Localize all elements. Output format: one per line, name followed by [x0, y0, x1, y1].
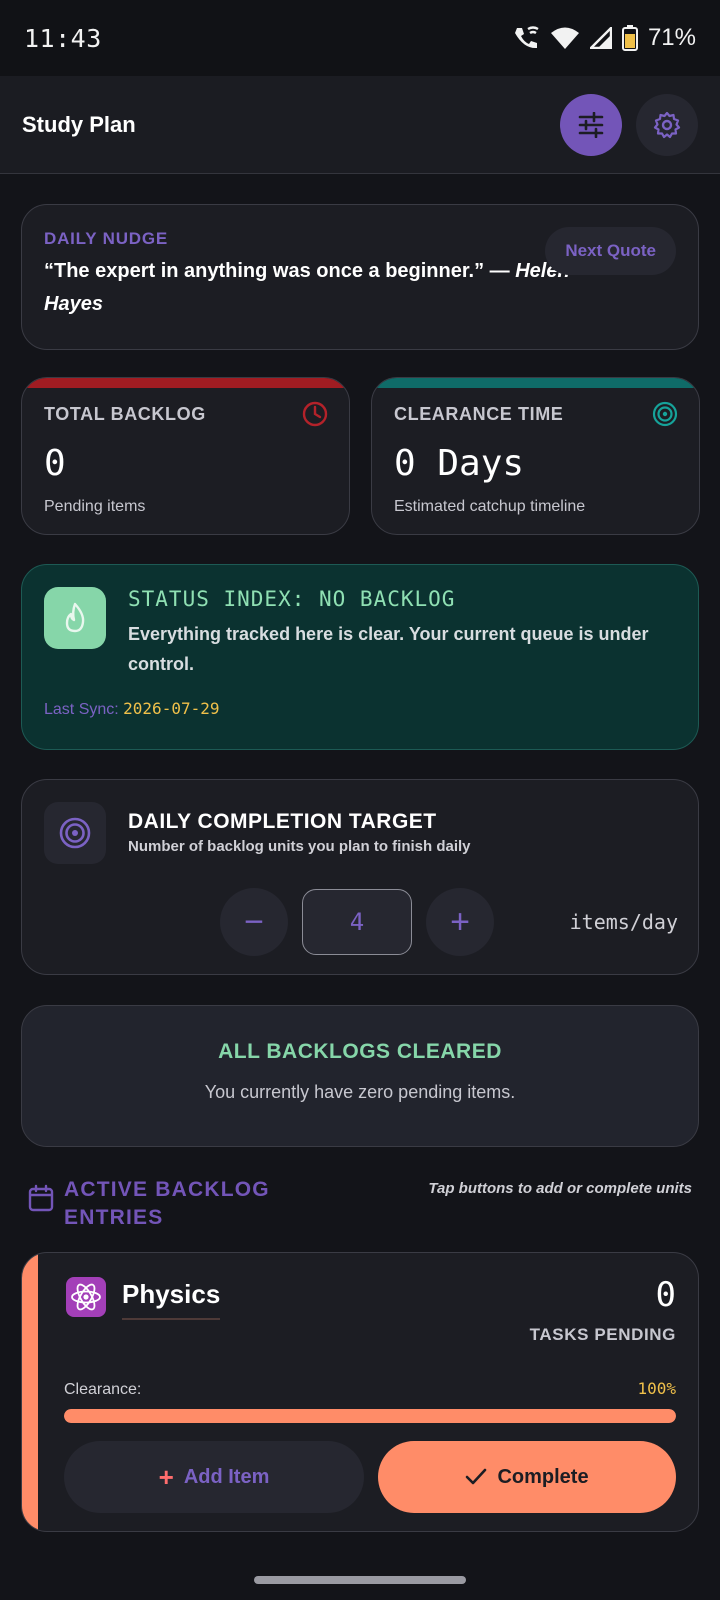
filter-button[interactable] [560, 93, 622, 156]
cleared-head: ALL BACKLOGS CLEARED [218, 1040, 502, 1063]
target-icon [59, 817, 91, 849]
clearance-percent: 100% [637, 1379, 676, 1398]
cleared-sub: You currently have zero pending items. [204, 1082, 516, 1102]
backlog-sub: Pending items [44, 498, 146, 515]
decrement-button[interactable]: − [220, 888, 288, 956]
daily-target-card: DAILY COMPLETION TARGET Number of backlo… [21, 779, 699, 975]
check-icon [466, 1468, 487, 1485]
signal-icon [589, 27, 612, 49]
battery-icon [621, 25, 638, 51]
target-stepper: − 4 + [220, 888, 494, 956]
gear-icon [653, 111, 681, 138]
backlog-accent-bar [22, 378, 349, 388]
section-title: ACTIVE BACKLOG ENTRIES [64, 1178, 270, 1229]
backlog-label: TOTAL BACKLOG [44, 404, 206, 424]
target-icon-box [44, 802, 106, 864]
sync-date: 2026-07-29 [123, 699, 220, 718]
complete-label: Complete [497, 1465, 589, 1488]
next-quote-button[interactable]: Next Quote [545, 227, 676, 275]
status-desc: Everything tracked here is clear. Your c… [128, 624, 649, 674]
wifi-icon [550, 27, 579, 49]
subject-name: Physics [122, 1279, 221, 1320]
target-icon [652, 401, 678, 427]
all-cleared-card: ALL BACKLOGS CLEARED You currently have … [21, 1005, 699, 1147]
add-item-button[interactable]: + Add Item [64, 1441, 364, 1513]
active-backlog-section: ACTIVE BACKLOG ENTRIES Tap buttons to ad… [28, 1176, 692, 1236]
clearance-sub: Estimated catchup timeline [394, 498, 586, 515]
increment-button[interactable]: + [426, 888, 494, 956]
pending-count: 0 [655, 1275, 676, 1315]
app-header: Study Plan [0, 76, 720, 174]
wifi-call-icon [514, 26, 539, 49]
page-title: Study Plan [22, 111, 136, 137]
nudge-quote: “The expert in anything was once a begin… [44, 255, 574, 321]
status-time: 11:43 [24, 23, 102, 53]
add-item-label: Add Item [183, 1465, 270, 1488]
clearance-accent-bar [372, 378, 699, 388]
plus-icon: + [158, 1461, 174, 1492]
daily-nudge-card: DAILY NUDGE “The expert in anything was … [21, 204, 699, 350]
target-value-input[interactable]: 4 [302, 889, 412, 955]
complete-button[interactable]: Complete [378, 1441, 676, 1513]
target-head: DAILY COMPLETION TARGET [128, 810, 437, 833]
sync-label: Last Sync: [44, 701, 119, 718]
subject-accent [22, 1253, 38, 1531]
clearance-label: CLEARANCE TIME [394, 404, 564, 424]
sliders-icon [578, 111, 604, 138]
total-backlog-card: TOTAL BACKLOG 0 Pending items [21, 377, 350, 535]
clock-icon [302, 401, 328, 427]
atom-icon [66, 1277, 106, 1317]
clearance-progress-bar [64, 1409, 676, 1423]
calendar-icon [28, 1184, 54, 1212]
pending-label: TASKS PENDING [529, 1325, 676, 1344]
clearance-label: Clearance: [64, 1381, 142, 1398]
home-indicator[interactable] [254, 1576, 466, 1584]
target-unit: items/day [569, 910, 678, 934]
backlog-value: 0 [44, 443, 66, 484]
section-hint: Tap buttons to add or complete units [428, 1180, 692, 1197]
clearance-value: 0 Days [394, 443, 525, 484]
status-head: STATUS INDEX: NO BACKLOG [128, 587, 456, 611]
battery-percent: 71% [647, 24, 696, 51]
status-bar: 11:43 71% [0, 0, 720, 76]
last-sync: Last Sync: 2026-07-29 [44, 699, 219, 719]
status-icon-box [44, 587, 106, 649]
clearance-progress-fill [64, 1409, 676, 1423]
status-icons: 71% [512, 24, 696, 52]
clearance-time-card: CLEARANCE TIME 0 Days Estimated catchup … [371, 377, 700, 535]
flame-icon [65, 602, 85, 633]
quote-text: “The expert in anything was once a begin… [44, 260, 510, 282]
subject-card-physics: Physics 0 TASKS PENDING Clearance: 100% … [21, 1252, 699, 1532]
status-index-card: STATUS INDEX: NO BACKLOG Everything trac… [21, 564, 699, 750]
target-sub: Number of backlog units you plan to fini… [128, 838, 471, 855]
settings-button[interactable] [636, 93, 698, 156]
